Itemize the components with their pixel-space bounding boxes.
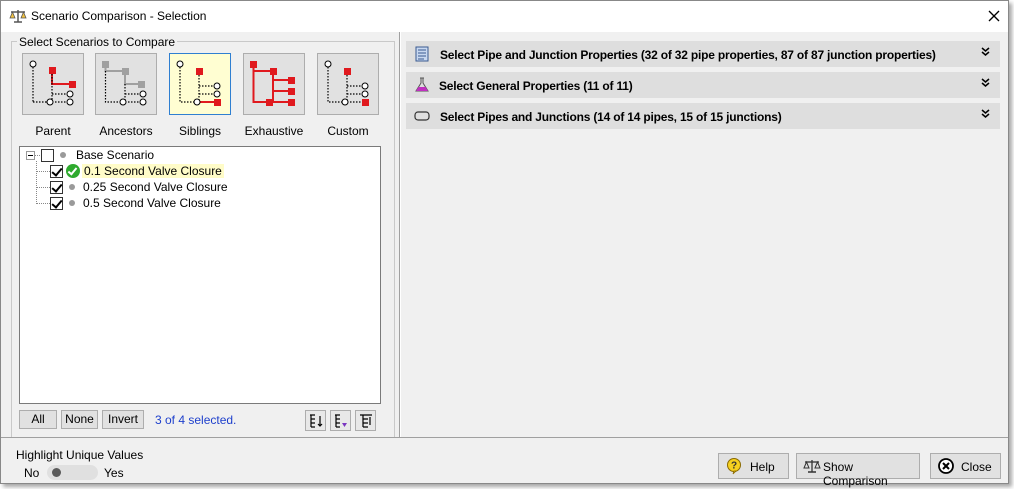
custom-button[interactable]	[317, 53, 379, 115]
tree-item-0-1-second[interactable]: 0.1 Second Valve Closure	[50, 163, 224, 179]
collapse-tree-icon	[360, 414, 372, 428]
chevron-down-icon	[981, 78, 990, 88]
status-dot-icon	[60, 152, 66, 158]
ancestors-button[interactable]	[95, 53, 157, 115]
expand-tree-icon	[335, 414, 347, 428]
tree-item-label: 0.5 Second Valve Closure	[83, 196, 221, 210]
properties-pane: Select Pipe and Junction Properties (32 …	[401, 32, 1008, 437]
show-comparison-button[interactable]: Show Comparison	[796, 453, 920, 488]
general-properties-section[interactable]: Select General Properties (11 of 11)	[406, 72, 1000, 98]
scenario-group-label: Select Scenarios to Compare	[17, 35, 178, 49]
scenario-selection-pane: Select Scenarios to Compare Parent Ances…	[8, 32, 399, 437]
tree-connector	[36, 203, 50, 204]
ancestors-label: Ancestors	[99, 124, 153, 138]
scales-icon	[9, 10, 27, 23]
close-window-icon[interactable]	[984, 6, 1004, 26]
help-button[interactable]: ? Help	[718, 453, 789, 479]
tree-connector	[36, 187, 50, 188]
custom-scenario-icon	[324, 60, 369, 106]
close-circle-icon	[938, 458, 954, 474]
parent-button[interactable]	[22, 53, 84, 115]
chevron-down-icon	[981, 47, 990, 57]
status-dot-icon	[69, 184, 75, 190]
section-label: Select General Properties (11 of 11)	[439, 79, 633, 93]
close-button-label: Close	[961, 460, 992, 474]
scenario-tree[interactable]: Base Scenario 0.1 Second Valve Closure 0…	[19, 146, 381, 404]
scenario-checkbox[interactable]	[50, 180, 63, 194]
tree-item-base-scenario[interactable]: Base Scenario	[26, 147, 154, 163]
parent-label: Parent	[35, 124, 71, 138]
section-label: Select Pipes and Junctions (14 of 14 pip…	[440, 110, 782, 124]
tree-item-0-25-second[interactable]: 0.25 Second Valve Closure	[50, 179, 228, 195]
tree-item-label: 0.25 Second Valve Closure	[83, 180, 228, 194]
siblings-label: Siblings	[178, 124, 222, 138]
base-scenario-checkbox[interactable]	[41, 148, 54, 162]
svg-text:?: ?	[731, 461, 737, 472]
pipes-junctions-section[interactable]: Select Pipes and Junctions (14 of 14 pip…	[406, 103, 1000, 129]
toggle-yes-label: Yes	[104, 466, 124, 480]
section-label: Select Pipe and Junction Properties (32 …	[440, 48, 936, 62]
chevron-down-icon	[981, 109, 990, 119]
close-button[interactable]: Close	[930, 453, 1001, 479]
status-dot-icon	[69, 200, 75, 206]
flask-icon	[415, 77, 429, 92]
expand-tree-button[interactable]	[330, 410, 351, 431]
siblings-scenario-icon	[176, 60, 221, 106]
title-bar: Scenario Comparison - Selection	[1, 1, 1008, 32]
show-comparison-label: Show Comparison	[823, 460, 888, 488]
window-title: Scenario Comparison - Selection	[31, 9, 207, 23]
tree-item-label: 0.1 Second Valve Closure	[82, 164, 224, 178]
tree-connector	[36, 171, 50, 172]
exhaustive-button[interactable]	[243, 53, 305, 115]
sort-tree-button[interactable]	[305, 410, 326, 431]
sort-tree-icon	[310, 414, 323, 428]
pipe-junction-properties-section[interactable]: Select Pipe and Junction Properties (32 …	[406, 41, 1000, 67]
scales-icon	[803, 460, 821, 473]
select-none-button[interactable]: None	[61, 410, 98, 429]
highlight-unique-toggle[interactable]	[47, 465, 98, 480]
parent-scenario-icon	[29, 60, 76, 106]
exhaustive-label: Exhaustive	[244, 124, 304, 138]
scenario-checkbox[interactable]	[50, 196, 63, 210]
dialog-footer: Highlight Unique Values No Yes ? Help Sh…	[1, 437, 1008, 488]
pipe-icon	[414, 111, 430, 121]
current-scenario-check-icon	[66, 164, 80, 178]
ancestors-scenario-icon	[102, 61, 147, 106]
scenario-checkbox[interactable]	[50, 164, 63, 178]
toggle-no-label: No	[24, 466, 40, 480]
scenario-comparison-dialog: Scenario Comparison - Selection Select S…	[0, 0, 1009, 488]
select-all-button[interactable]: All	[19, 410, 57, 429]
collapse-tree-button[interactable]	[355, 410, 376, 431]
selection-count: 3 of 4 selected.	[155, 413, 237, 427]
collapse-icon[interactable]	[26, 150, 35, 160]
tree-item-0-5-second[interactable]: 0.5 Second Valve Closure	[50, 195, 221, 211]
invert-selection-button[interactable]: Invert	[102, 410, 144, 429]
exhaustive-scenario-icon	[250, 61, 295, 106]
toggle-knob	[52, 468, 61, 477]
help-icon: ?	[727, 458, 741, 475]
help-button-label: Help	[750, 460, 775, 474]
custom-label: Custom	[327, 124, 369, 138]
tree-connector	[36, 161, 37, 204]
siblings-button[interactable]	[169, 53, 231, 115]
highlight-unique-label: Highlight Unique Values	[16, 448, 144, 462]
properties-sheet-icon	[415, 46, 429, 62]
tree-item-label: Base Scenario	[76, 148, 155, 162]
